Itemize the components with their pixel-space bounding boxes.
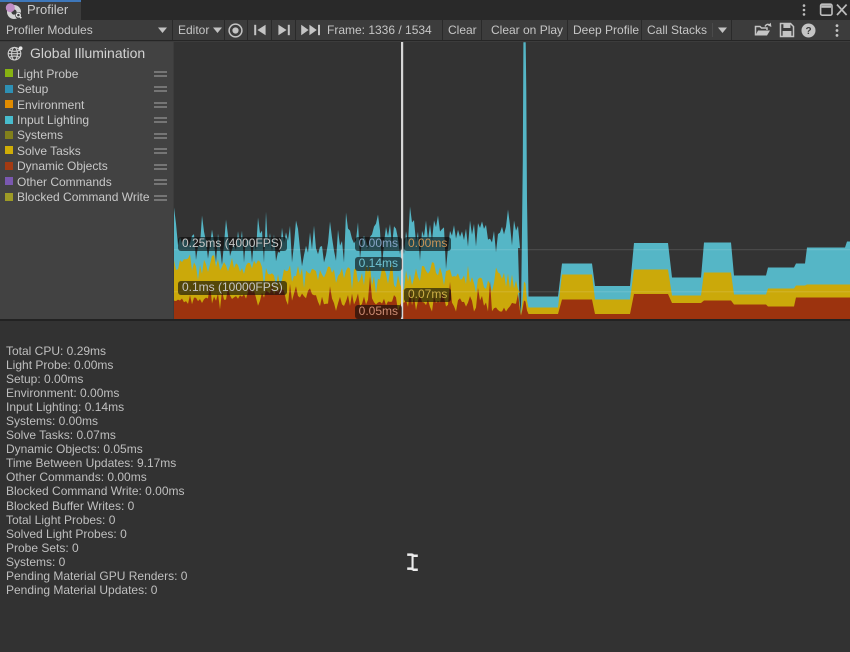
svg-text:?: ? xyxy=(805,26,811,37)
